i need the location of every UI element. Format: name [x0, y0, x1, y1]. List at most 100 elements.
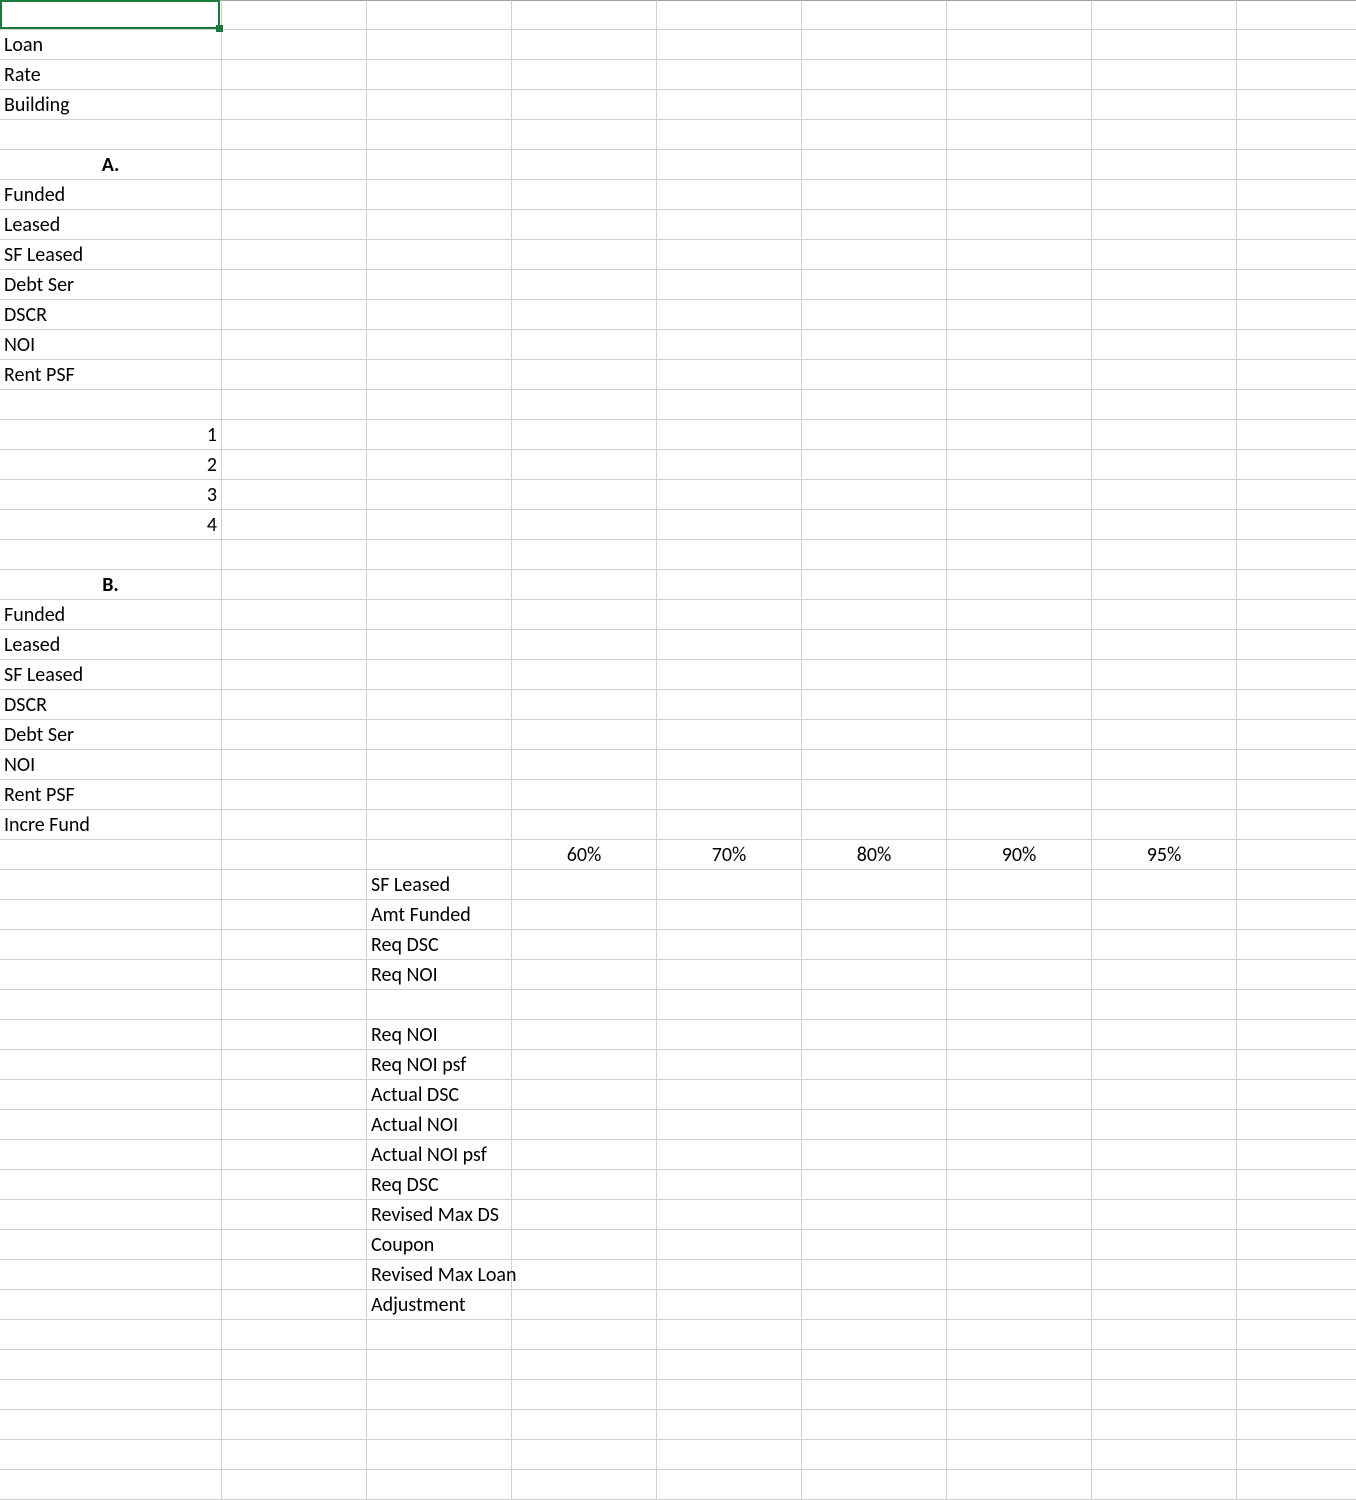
cell-b[interactable] [222, 300, 367, 330]
cell-f[interactable] [802, 300, 947, 330]
cell-b[interactable] [222, 990, 367, 1020]
cell-e[interactable] [657, 1470, 802, 1500]
cell-d[interactable] [512, 300, 657, 330]
cell-g[interactable] [947, 1170, 1092, 1200]
cell-c[interactable]: Req DSC [367, 1170, 512, 1200]
grid-row[interactable]: Debt Ser [0, 270, 1356, 300]
cell-b[interactable] [222, 30, 367, 60]
cell-b[interactable] [222, 330, 367, 360]
cell-e[interactable] [657, 390, 802, 420]
cell-f[interactable] [802, 360, 947, 390]
cell-d[interactable] [512, 1440, 657, 1470]
cell-h[interactable] [1092, 1200, 1237, 1230]
cell-d[interactable] [512, 1080, 657, 1110]
grid-row[interactable]: DSCR [0, 300, 1356, 330]
cell-i[interactable] [1237, 270, 1356, 300]
cell-f[interactable] [802, 210, 947, 240]
cell-e[interactable] [657, 660, 802, 690]
cell-f[interactable] [802, 1020, 947, 1050]
cell-b[interactable] [222, 120, 367, 150]
grid-row[interactable]: 2 [0, 450, 1356, 480]
grid-row[interactable]: Debt Ser [0, 720, 1356, 750]
cell-e[interactable] [657, 810, 802, 840]
cell-i[interactable] [1237, 630, 1356, 660]
cell-f[interactable] [802, 150, 947, 180]
cell-g[interactable] [947, 480, 1092, 510]
cell-c[interactable] [367, 30, 512, 60]
cell-g[interactable] [947, 210, 1092, 240]
cell-e[interactable] [657, 1290, 802, 1320]
cell-c[interactable] [367, 750, 512, 780]
cell-g[interactable] [947, 1050, 1092, 1080]
cell-e[interactable] [657, 90, 802, 120]
cell-g[interactable] [947, 630, 1092, 660]
grid-row[interactable]: Req NOI psf [0, 1050, 1356, 1080]
cell-d[interactable] [512, 1170, 657, 1200]
cell-b[interactable] [222, 1290, 367, 1320]
cell-g[interactable] [947, 1110, 1092, 1140]
spreadsheet-grid[interactable]: LoanRateBuildingA.FundedLeasedSF LeasedD… [0, 0, 1356, 1500]
cell-b[interactable] [222, 270, 367, 300]
grid-row[interactable] [0, 1440, 1356, 1470]
cell-h[interactable] [1092, 1440, 1237, 1470]
cell-f[interactable] [802, 570, 947, 600]
cell-c[interactable]: Coupon [367, 1230, 512, 1260]
cell-g[interactable]: 90% [947, 840, 1092, 870]
cell-f[interactable]: 80% [802, 840, 947, 870]
cell-d[interactable] [512, 90, 657, 120]
cell-f[interactable] [802, 1410, 947, 1440]
cell-i[interactable] [1237, 60, 1356, 90]
cell-e[interactable] [657, 630, 802, 660]
cell-h[interactable] [1092, 300, 1237, 330]
cell-e[interactable] [657, 120, 802, 150]
cell-i[interactable] [1237, 300, 1356, 330]
cell-c[interactable] [367, 450, 512, 480]
cell-a[interactable]: SF Leased [0, 660, 222, 690]
cell-f[interactable] [802, 330, 947, 360]
cell-i[interactable] [1237, 90, 1356, 120]
cell-e[interactable] [657, 300, 802, 330]
cell-h[interactable] [1092, 930, 1237, 960]
cell-c[interactable]: Req NOI [367, 1020, 512, 1050]
cell-a[interactable] [0, 1170, 222, 1200]
cell-e[interactable] [657, 1230, 802, 1260]
cell-i[interactable] [1237, 570, 1356, 600]
cell-e[interactable] [657, 480, 802, 510]
cell-i[interactable] [1237, 150, 1356, 180]
cell-c[interactable] [367, 330, 512, 360]
cell-f[interactable] [802, 720, 947, 750]
cell-e[interactable] [657, 210, 802, 240]
cell-f[interactable] [802, 1350, 947, 1380]
cell-g[interactable] [947, 1320, 1092, 1350]
cell-e[interactable] [657, 720, 802, 750]
cell-e[interactable] [657, 1350, 802, 1380]
cell-f[interactable] [802, 60, 947, 90]
cell-i[interactable] [1237, 1380, 1356, 1410]
cell-e[interactable] [657, 420, 802, 450]
cell-a[interactable] [0, 930, 222, 960]
grid-row[interactable]: Rate [0, 60, 1356, 90]
cell-c[interactable] [367, 300, 512, 330]
cell-i[interactable] [1237, 480, 1356, 510]
cell-i[interactable] [1237, 1260, 1356, 1290]
cell-a[interactable] [0, 1110, 222, 1140]
cell-g[interactable] [947, 60, 1092, 90]
cell-d[interactable] [512, 120, 657, 150]
cell-e[interactable] [657, 60, 802, 90]
cell-g[interactable] [947, 690, 1092, 720]
cell-d[interactable] [512, 390, 657, 420]
cell-e[interactable] [657, 30, 802, 60]
cell-h[interactable] [1092, 1020, 1237, 1050]
cell-h[interactable] [1092, 210, 1237, 240]
grid-row[interactable]: A. [0, 150, 1356, 180]
cell-b[interactable] [222, 600, 367, 630]
cell-g[interactable] [947, 1200, 1092, 1230]
cell-g[interactable] [947, 750, 1092, 780]
cell-b[interactable] [222, 180, 367, 210]
cell-f[interactable] [802, 780, 947, 810]
cell-f[interactable] [802, 660, 947, 690]
cell-d[interactable] [512, 1230, 657, 1260]
cell-a[interactable] [0, 1440, 222, 1470]
cell-d[interactable] [512, 1410, 657, 1440]
cell-i[interactable] [1237, 120, 1356, 150]
